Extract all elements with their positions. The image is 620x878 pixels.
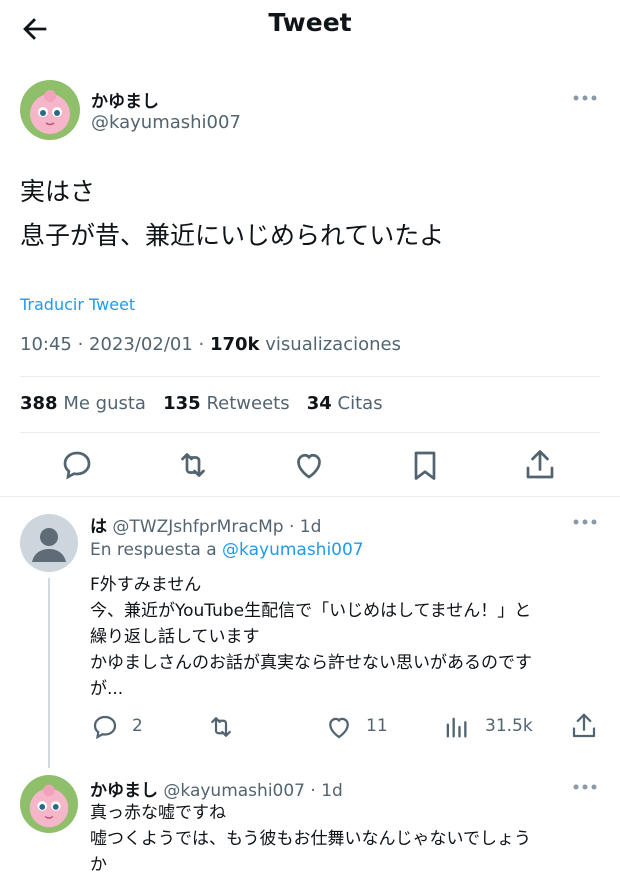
retweet-icon[interactable] [206,712,236,742]
reply-time[interactable]: 1d [300,517,322,537]
views-label: visualizaciones [265,334,401,355]
retweets-stat[interactable]: 135 Retweets [163,393,289,414]
bookmark-icon[interactable] [407,447,443,483]
divider [20,432,600,433]
thread-line [48,578,50,768]
divider [0,496,620,497]
divider [20,376,600,377]
reply-icon[interactable] [59,447,95,483]
tweet-date: 2023/02/01 [89,334,193,355]
more-icon[interactable] [572,783,598,791]
more-icon[interactable] [572,518,598,526]
reply-icon[interactable] [90,712,120,742]
retweet-icon[interactable] [175,447,211,483]
views-count: 31.5k [485,716,533,736]
author-name[interactable]: かゆまし [91,87,159,112]
views-icon[interactable] [442,713,470,741]
reply-author-handle[interactable]: @kayumashi007 [163,781,305,801]
reply-time[interactable]: 1d [321,781,343,801]
tweet-meta: 10:45 · 2023/02/01 · 170k visualizacione… [20,334,401,355]
reply-header: かゆまし @kayumashi007 · 1d [90,781,343,801]
reply-count: 2 [132,716,143,736]
reply-author-handle[interactable]: @TWZJshfprMracMp [112,517,283,537]
page-title: Tweet [268,8,352,37]
tweet-text-line-1: 実はさ [20,177,96,206]
translate-link[interactable]: Traducir Tweet [20,295,135,314]
share-icon[interactable] [569,711,599,741]
reply-author-name[interactable]: かゆまし [90,781,158,801]
share-icon[interactable] [522,447,558,483]
reply-text: 真っ赤な嘘ですね 嘘つくようでは、もう彼もお仕舞いなんじゃないでしょう か [90,803,531,875]
likes-stat[interactable]: 388 Me gusta [20,393,146,414]
reply-text: F外すみません 今、兼近がYouTube生配信で「いじめはしてません！」と 繰り… [90,575,532,699]
avatar[interactable] [20,775,78,833]
replying-to: En respuesta a @kayumashi007 [90,540,364,560]
more-icon[interactable] [572,94,598,102]
reply-author-name[interactable]: は [90,517,107,537]
replying-to-handle[interactable]: @kayumashi007 [222,540,364,560]
avatar[interactable] [20,80,80,140]
like-icon[interactable] [324,712,354,742]
like-icon[interactable] [291,447,327,483]
quotes-stat[interactable]: 34 Citas [307,393,383,414]
tweet-text-line-2: 息子が昔、兼近にいじめられていたよ [20,221,445,250]
reply-header: は @TWZJshfprMracMp · 1d [90,517,322,537]
like-count: 11 [366,716,388,736]
tweet-stats: 388 Me gusta 135 Retweets 34 Citas [20,393,383,414]
tweet-time: 10:45 [20,334,72,355]
author-handle[interactable]: @kayumashi007 [91,112,241,133]
default-avatar-icon[interactable] [20,514,78,572]
views-count: 170k [209,334,260,355]
